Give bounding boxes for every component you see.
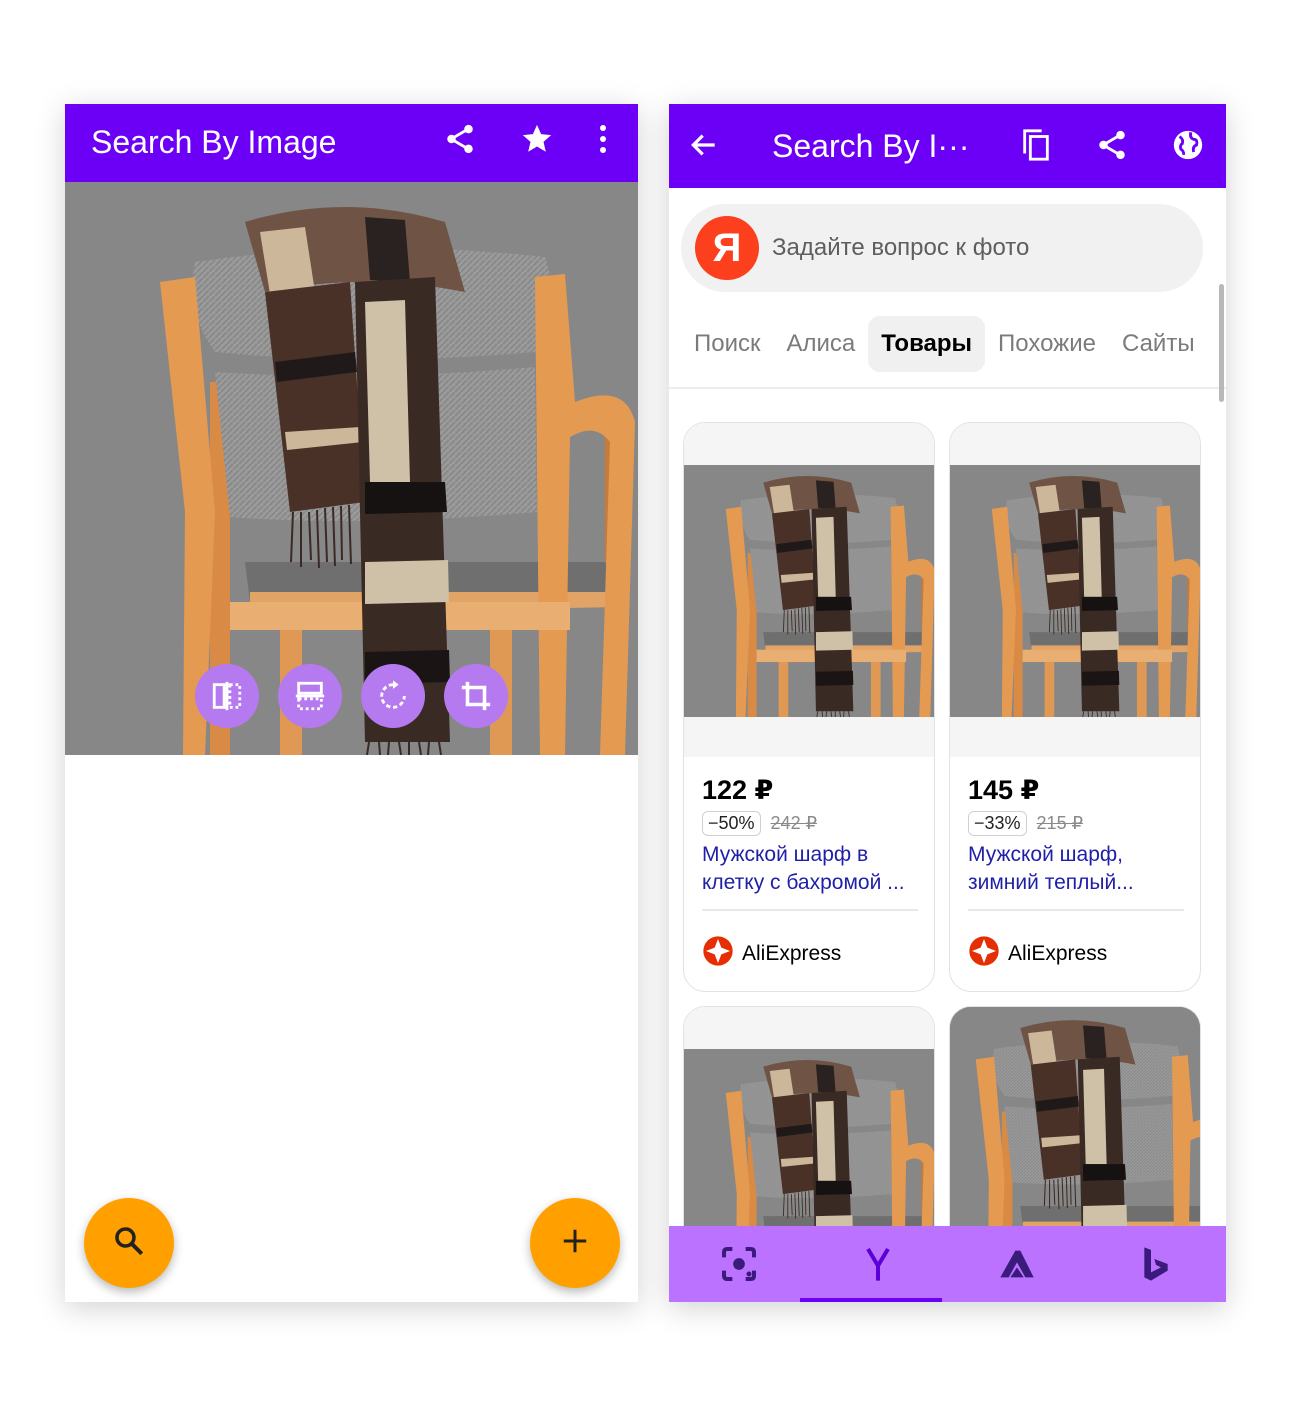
- old-price: 242 ₽: [770, 813, 818, 833]
- crop-icon[interactable]: [444, 664, 508, 728]
- app-bar: Search By I···: [669, 104, 1226, 188]
- flip-horizontal-icon[interactable]: [195, 664, 259, 728]
- product-card[interactable]: 145 ₽ −33% 215 ₽ Мужской шарф, зимний те…: [949, 422, 1201, 992]
- aliexpress-logo-icon: [702, 935, 734, 972]
- divider: [702, 909, 918, 911]
- copy-icon[interactable]: [1015, 124, 1057, 166]
- discount-badge: −50%: [702, 811, 761, 836]
- old-price: 215 ₽: [1036, 813, 1084, 833]
- divider: [968, 909, 1184, 911]
- star-icon[interactable]: [516, 118, 558, 160]
- tab-search[interactable]: Поиск: [681, 316, 774, 372]
- right-screen: Search By I··· Я Задайте вопрос к фото П…: [669, 104, 1226, 1302]
- tab-alice[interactable]: Алиса: [774, 316, 869, 372]
- edit-tools: [195, 664, 508, 728]
- product-card[interactable]: 122 ₽ −50% 242 ₽ Мужской шарф в клетку с…: [683, 422, 935, 992]
- yandex-icon[interactable]: [808, 1226, 947, 1302]
- discount-row: −50% 242 ₽: [702, 811, 817, 836]
- discount-row: −33% 215 ₽: [968, 811, 1083, 836]
- discount-badge: −33%: [968, 811, 1027, 836]
- globe-icon[interactable]: [1167, 124, 1209, 166]
- product-image: [684, 423, 934, 757]
- seller-name: AliExpress: [742, 941, 842, 965]
- left-screen: Search By Image: [65, 104, 638, 1302]
- app-title: Search By I···: [772, 128, 970, 164]
- scrollbar[interactable]: [1219, 284, 1224, 402]
- flip-vertical-icon[interactable]: [278, 664, 342, 728]
- google-lens-icon[interactable]: [669, 1226, 808, 1302]
- more-vert-icon[interactable]: [587, 118, 619, 160]
- tab-products[interactable]: Товары: [868, 316, 986, 372]
- search-placeholder: Задайте вопрос к фото: [772, 234, 1030, 261]
- aliexpress-logo-icon: [968, 935, 1000, 972]
- app-bar: Search By Image: [65, 104, 638, 182]
- product-title[interactable]: Мужской шарф в клетку с бахромой ...: [702, 841, 922, 897]
- rotate-icon[interactable]: [361, 664, 425, 728]
- tab-sites[interactable]: Сайты: [1109, 316, 1208, 372]
- app-title: Search By Image: [91, 124, 337, 160]
- tineye-icon[interactable]: [947, 1226, 1086, 1302]
- back-arrow-icon[interactable]: [683, 124, 725, 166]
- search-button[interactable]: [84, 1198, 174, 1288]
- tabs-divider: [669, 387, 1226, 389]
- product-image: [950, 423, 1200, 757]
- yandex-logo: Я: [695, 216, 759, 280]
- seller[interactable]: AliExpress: [968, 935, 1107, 972]
- search-engine-nav: [669, 1226, 1226, 1302]
- search-icon: [112, 1224, 146, 1263]
- seller-name: AliExpress: [1008, 941, 1108, 965]
- add-image-button[interactable]: [530, 1198, 620, 1288]
- ask-photo-search[interactable]: Я Задайте вопрос к фото: [681, 204, 1203, 292]
- bing-icon[interactable]: [1086, 1226, 1225, 1302]
- product-price: 122 ₽: [702, 775, 774, 805]
- product-price: 145 ₽: [968, 775, 1040, 805]
- seller[interactable]: AliExpress: [702, 935, 841, 972]
- active-nav-indicator: [800, 1298, 942, 1302]
- product-title[interactable]: Мужской шарф, зимний теплый...: [968, 841, 1188, 897]
- share-icon[interactable]: [1091, 124, 1133, 166]
- share-icon[interactable]: [439, 118, 481, 160]
- plus-icon: [560, 1226, 590, 1261]
- result-tabs: Поиск Алиса Товары Похожие Сайты: [681, 316, 1208, 372]
- tab-similar[interactable]: Похожие: [985, 316, 1109, 372]
